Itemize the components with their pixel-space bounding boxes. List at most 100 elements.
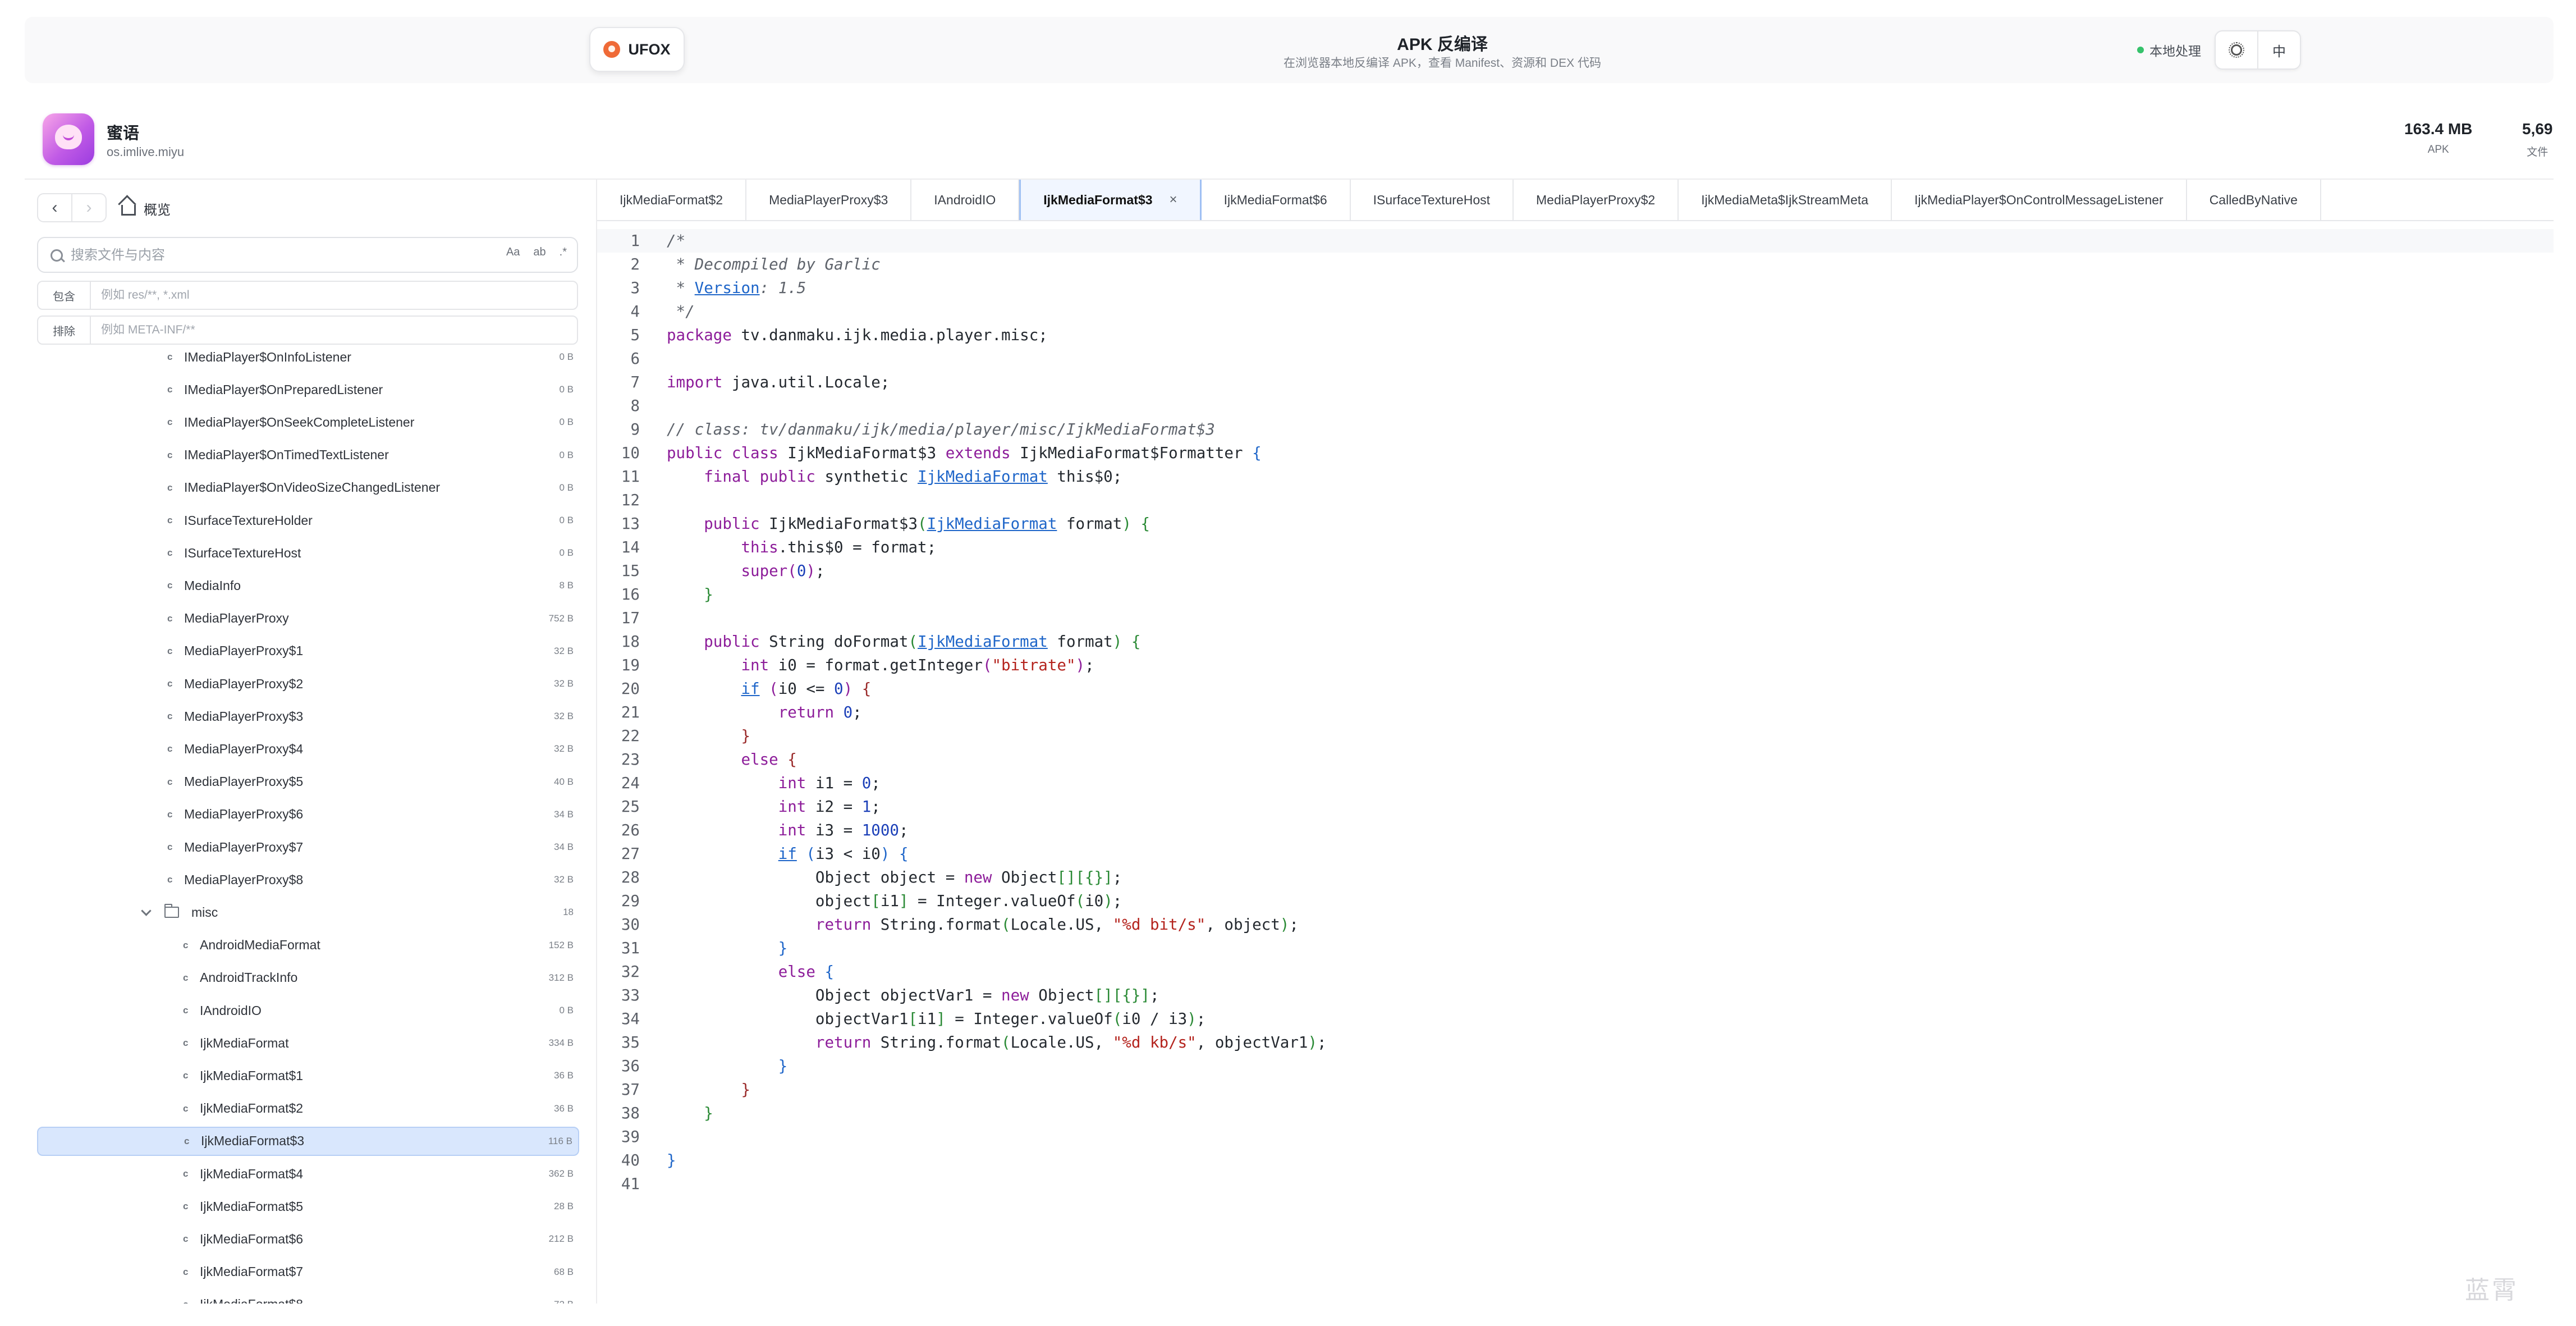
code-link[interactable]: IjkMediaFormat (918, 468, 1048, 486)
code-editor[interactable]: 1/* 2 * Decompiled by Garlic 3 * Version: … (597, 229, 2554, 1304)
brand-button[interactable]: UFOX (589, 27, 685, 72)
overview-link[interactable]: 概览 (121, 199, 171, 218)
code-text: super(0); (667, 559, 824, 583)
class-file-icon: c (183, 972, 189, 983)
class-file-icon: c (167, 678, 173, 689)
code-link[interactable]: Version (695, 279, 760, 297)
search-icon (51, 249, 63, 262)
tree-item[interactable]: c MediaPlayerProxy$8 32 B (37, 865, 579, 894)
language-toggle-button[interactable]: 中 (2257, 31, 2300, 68)
tree-item[interactable]: c MediaPlayerProxy$5 40 B (37, 767, 579, 797)
code-token: ( (982, 656, 992, 674)
tree-item[interactable]: c MediaPlayerProxy$7 34 B (37, 833, 579, 862)
editor-tab[interactable]: IAndroidIO (911, 180, 1020, 220)
tree-item[interactable]: c IMediaPlayer$OnSeekCompleteListener 0 B (37, 408, 579, 437)
tree-item[interactable]: c IAndroidIO 0 B (37, 996, 579, 1025)
tree-item[interactable]: cIjkMediaFormat$872 B (37, 1290, 579, 1304)
tree-item[interactable]: c MediaPlayerProxy 752 B (37, 604, 579, 633)
tree-item[interactable]: c ISurfaceTextureHost 0 B (37, 538, 579, 568)
tree-item[interactable]: c IjkMediaFormat 334 B (37, 1028, 579, 1058)
code-token: } (741, 727, 751, 745)
tree-item[interactable]: c MediaPlayerProxy$4 32 B (37, 734, 579, 763)
class-file-icon: c (183, 1103, 189, 1114)
code-line: 5 package tv.danmaku.ijk.media.player.mis… (597, 323, 2554, 347)
theme-toggle-button[interactable] (2216, 31, 2257, 68)
class-file-icon: c (167, 743, 173, 755)
line-number: 39 (621, 1128, 640, 1146)
editor-tab[interactable]: IjkMediaFormat$6 (1202, 180, 1351, 220)
code-link[interactable]: if (778, 845, 797, 863)
tree-item[interactable]: c IjkMediaFormat$4 362 B (37, 1159, 579, 1188)
tree-item[interactable]: c AndroidTrackInfo 312 B (37, 963, 579, 993)
code-text: package tv.danmaku.ijk.media.player.misc… (667, 323, 1048, 347)
editor-tab[interactable]: ISurfaceTextureHost (1351, 180, 1514, 220)
code-line: 9 // class: tv/danmaku/ijk/media/player/m… (597, 418, 2554, 441)
match-case-toggle[interactable]: Aa (506, 246, 520, 259)
regex-toggle[interactable]: .* (560, 246, 567, 259)
code-token: ( (1001, 916, 1011, 934)
search-options: Aa ab .* (506, 246, 567, 259)
tree-item-name: MediaPlayerProxy$4 (184, 741, 304, 756)
tree-item[interactable]: c MediaInfo 8 B (37, 571, 579, 600)
code-token: ; (1085, 656, 1094, 674)
code-link[interactable]: if (741, 680, 759, 698)
tree-item[interactable]: c IMediaPlayer$OnTimedTextListener 0 B (37, 441, 579, 470)
whole-word-toggle[interactable]: ab (533, 246, 546, 259)
back-button[interactable]: ‹ (38, 194, 71, 221)
code-line: 26 int i3 = 1000; (597, 819, 2554, 842)
stat-file-count: 5,69 文件 (2522, 120, 2553, 159)
code-token: { (899, 845, 909, 863)
code-token: Object (992, 868, 1057, 886)
close-icon[interactable]: × (1170, 192, 1177, 208)
editor-tab[interactable]: MediaPlayerProxy$3 (746, 180, 912, 220)
tree-item-size: 0 B (559, 351, 574, 362)
tree-item[interactable]: c IjkMediaFormat$2 36 B (37, 1094, 579, 1123)
forward-button[interactable]: › (71, 194, 106, 221)
code-token: [ (871, 892, 881, 910)
line-number: 23 (621, 751, 640, 769)
editor-tab[interactable]: IjkMediaFormat$2 (597, 180, 747, 220)
code-link[interactable]: IjkMediaFormat (927, 515, 1057, 533)
tree-item[interactable]: c MediaPlayerProxy$2 32 B (37, 669, 579, 698)
editor-tab[interactable]: IjkMediaMeta$IjkStreamMeta (1679, 180, 1892, 220)
tree-item[interactable]: c AndroidMediaFormat 152 B (37, 931, 579, 960)
line-number: 20 (621, 680, 640, 698)
tree-item[interactable]: c MediaPlayerProxy$3 32 B (37, 702, 579, 731)
tree-item[interactable]: c IMediaPlayer$OnVideoSizeChangedListener… (37, 473, 579, 502)
code-token: } (704, 586, 713, 603)
code-text: return String.format(Locale.US, "%d bit/… (667, 913, 1299, 936)
tree-folder[interactable]: misc 18 (37, 898, 579, 927)
tree-item[interactable]: c IjkMediaFormat$5 28 B (37, 1192, 579, 1221)
editor-tab[interactable]: IjkMediaPlayer$OnControlMessageListener (1892, 180, 2187, 220)
tree-item[interactable]: c MediaPlayerProxy$1 32 B (37, 637, 579, 666)
tree-item[interactable]: c IjkMediaFormat$7 68 B (37, 1258, 579, 1287)
tree-item[interactable]: c IjkMediaFormat$6 212 B (37, 1224, 579, 1254)
include-input[interactable] (91, 282, 577, 309)
code-text: } (667, 936, 788, 960)
editor-tab[interactable]: CalledByNative (2187, 180, 2321, 220)
code-text: if (i0 <= 0) { (667, 677, 871, 701)
search-input[interactable] (70, 238, 465, 273)
overview-label: 概览 (144, 203, 171, 218)
tree-item[interactable]: c IjkMediaFormat$3 116 B (37, 1126, 579, 1156)
code-token: { (1252, 444, 1262, 462)
class-file-icon: c (183, 1168, 189, 1179)
code-token: i0 / i3 (1122, 1010, 1188, 1028)
tree-item[interactable]: c IMediaPlayer$OnInfoListener 0 B (37, 344, 579, 372)
exclude-input[interactable] (91, 317, 577, 344)
code-text: if (i3 < i0) { (667, 842, 909, 866)
code-link[interactable]: IjkMediaFormat (918, 633, 1048, 651)
tree-item[interactable]: c ISurfaceTextureHolder 0 B (37, 506, 579, 535)
tree-item[interactable]: c IjkMediaFormat$1 36 B (37, 1061, 579, 1090)
tree-item[interactable]: c IMediaPlayer$OnPreparedListener 0 B (37, 375, 579, 404)
tree-item-name: IjkMediaFormat$1 (200, 1068, 304, 1083)
tree-item[interactable]: c MediaPlayerProxy$6 34 B (37, 800, 579, 829)
page-subtitle: 在浏览器本地反编译 APK，查看 Manifest、资源和 DEX 代码 (1284, 57, 1601, 70)
editor-tab[interactable]: MediaPlayerProxy$2 (1514, 180, 1679, 220)
code-token: ; (871, 774, 881, 792)
editor-tab[interactable]: IjkMediaFormat$3 × (1019, 180, 1202, 220)
tree-item-name: AndroidTrackInfo (200, 970, 298, 985)
